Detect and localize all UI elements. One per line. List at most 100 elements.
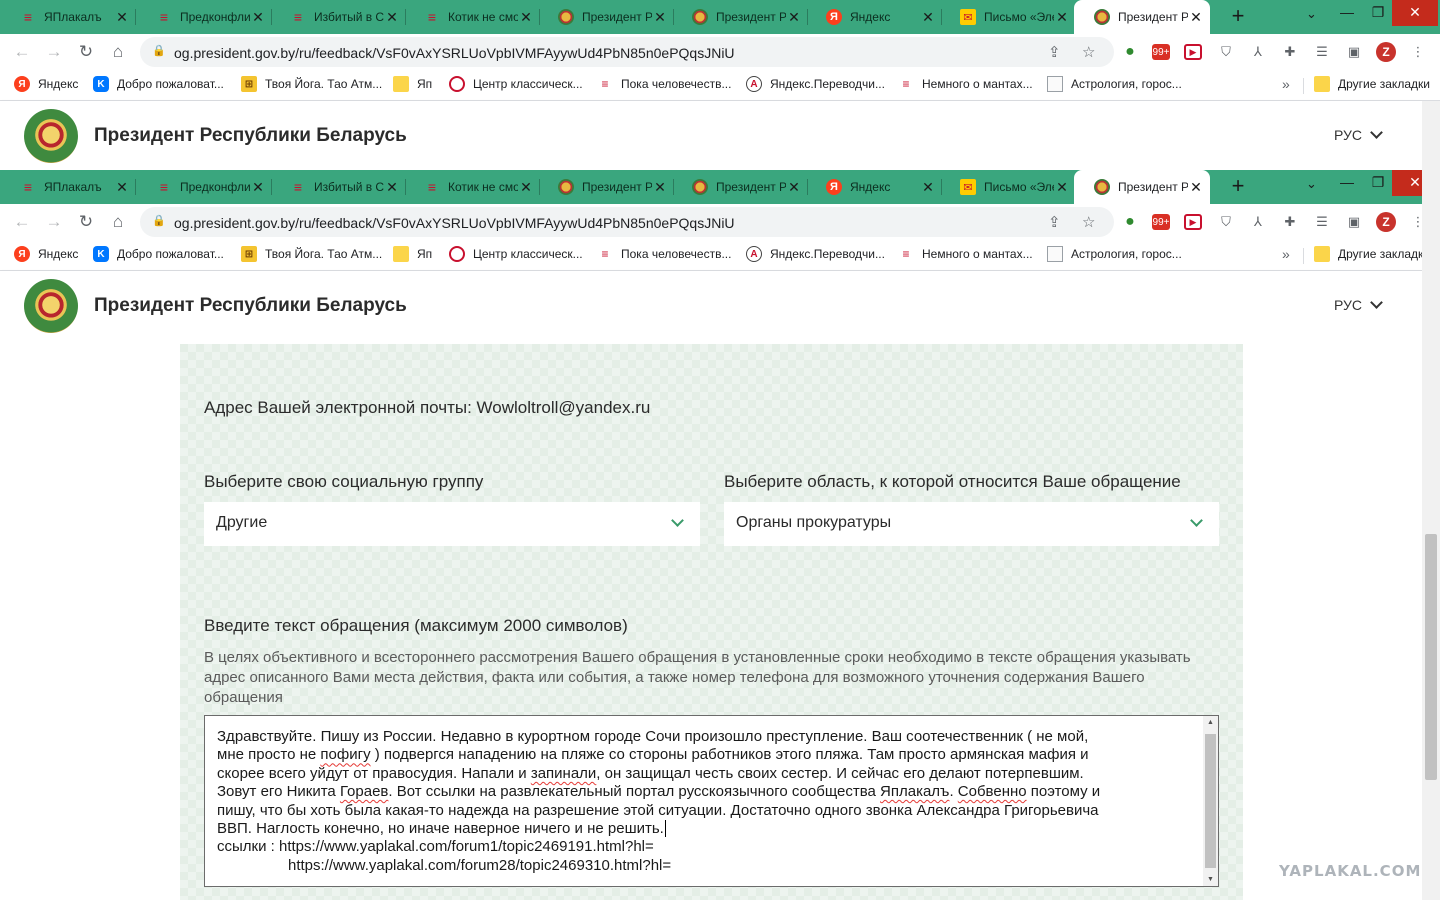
forward-icon[interactable]: → (42, 210, 66, 234)
language-switch[interactable]: РУС (1334, 126, 1383, 143)
home-icon[interactable]: ⌂ (106, 210, 130, 234)
address-bar[interactable]: 🔒 og.president.gov.by/ru/feedback/VsF0vA… (140, 207, 1114, 237)
bookmark-translator[interactable]: A Яндекс.Переводчи... (746, 246, 885, 262)
scroll-down-icon[interactable]: ▼ (1203, 876, 1218, 883)
close-icon[interactable]: ✕ (114, 9, 130, 26)
bookmark-yoga[interactable]: ⊞ Твоя Йога. Тао Атм... (241, 76, 382, 92)
emblem-logo[interactable] (24, 279, 78, 333)
url-text[interactable]: og.president.gov.by/ru/feedback/VsF0vAxY… (174, 215, 735, 231)
reading-list-icon[interactable]: ☰ (1312, 42, 1332, 62)
close-icon[interactable]: ✕ (518, 9, 534, 26)
back-icon[interactable]: ← (10, 40, 34, 64)
bookmark-poka[interactable]: ≡ Пока человечеств... (597, 246, 731, 262)
profile-avatar[interactable]: Z (1376, 42, 1396, 62)
extensions-puzzle-icon[interactable]: ✚ (1280, 42, 1300, 62)
tab-yaplakal[interactable]: ЯПлакалъ✕ (0, 170, 136, 204)
tab-president-2[interactable]: Президент Р ✕ (672, 0, 808, 34)
tab-yaplakal[interactable]: ЯПлакалъ✕ (0, 0, 136, 34)
close-icon[interactable]: ✕ (786, 9, 802, 26)
home-icon[interactable]: ⌂ (106, 40, 130, 64)
tab-search-icon[interactable]: ⌄ (1306, 176, 1317, 192)
bookmark-yandex[interactable]: Я Яндекс (14, 76, 78, 92)
back-icon[interactable]: ← (10, 210, 34, 234)
side-panel-icon[interactable]: ▣ (1344, 212, 1364, 232)
tab-search-icon[interactable]: ⌄ (1306, 6, 1317, 22)
reading-list-icon[interactable]: ☰ (1312, 212, 1332, 232)
close-icon[interactable]: ✕ (652, 179, 668, 196)
bookmark-yap[interactable]: Яп (393, 76, 432, 92)
tab-yandex[interactable]: Я Яндекс ✕ (806, 0, 942, 34)
tab-predconf[interactable]: Предконфли✕ (136, 0, 272, 34)
bookmark-star-icon[interactable]: ☆ (1082, 213, 1095, 231)
tab-mail[interactable]: ✉ Письмо «Эле ✕ (940, 0, 1076, 34)
bookmark-other[interactable]: Другие закладки (1314, 76, 1430, 92)
profile-avatar[interactable]: Z (1376, 212, 1396, 232)
site-title[interactable]: Президент Республики Беларусь (94, 295, 407, 317)
video-extension-icon[interactable]: ▶ (1184, 44, 1202, 60)
page-scrollbar[interactable] (1422, 101, 1440, 900)
extension-badge-icon[interactable]: 99+ (1152, 214, 1170, 230)
bookmark-star-icon[interactable]: ☆ (1082, 43, 1095, 61)
message-text[interactable]: Здравствуйте. Пишу из России. Недавно в … (217, 728, 1192, 875)
tab-kotik[interactable]: Котик не смо✕ (404, 0, 540, 34)
lock-icon[interactable]: 🔒 (152, 44, 166, 57)
tab-president-1[interactable]: Президент Р ✕ (538, 170, 674, 204)
video-extension-icon[interactable]: ▶ (1184, 214, 1202, 230)
close-icon[interactable]: ✕ (652, 9, 668, 26)
page-scroll-thumb[interactable] (1425, 534, 1437, 780)
frog-extension-icon[interactable]: ● (1120, 212, 1140, 232)
side-panel-icon[interactable]: ▣ (1344, 42, 1364, 62)
close-icon[interactable]: ✕ (250, 9, 266, 26)
tab-predconf[interactable]: Предконфли✕ (136, 170, 272, 204)
close-icon[interactable]: ✕ (1054, 179, 1070, 196)
adobe-icon[interactable]: ⅄ (1248, 42, 1268, 62)
bookmark-manty[interactable]: ≡ Немного о мантах... (898, 246, 1032, 262)
bookmark-vk[interactable]: K Добро пожаловат... (93, 246, 224, 262)
close-icon[interactable]: ✕ (518, 179, 534, 196)
new-tab-button[interactable]: + (1226, 5, 1250, 29)
url-text[interactable]: og.president.gov.by/ru/feedback/VsF0vAxY… (174, 45, 735, 61)
reload-icon[interactable]: ↻ (74, 40, 98, 64)
close-icon[interactable]: ✕ (250, 179, 266, 196)
bookmarks-more-icon[interactable]: » (1282, 246, 1290, 262)
share-icon[interactable]: ⇪ (1048, 213, 1061, 231)
language-switch[interactable]: РУС (1334, 296, 1383, 313)
extension-badge-icon[interactable]: 99+ (1152, 44, 1170, 60)
close-icon[interactable]: ✕ (1188, 179, 1204, 196)
close-icon[interactable]: ✕ (384, 9, 400, 26)
area-select[interactable]: Органы прокуратуры (724, 502, 1219, 546)
bookmark-astro[interactable]: Астрология, горос... (1047, 76, 1182, 92)
close-icon[interactable]: ✕ (786, 179, 802, 196)
tab-president-active[interactable]: Президент Р ✕ (1074, 170, 1210, 204)
message-textarea[interactable]: Здравствуйте. Пишу из России. Недавно в … (204, 715, 1219, 887)
extensions-puzzle-icon[interactable]: ✚ (1280, 212, 1300, 232)
frog-extension-icon[interactable]: ● (1120, 42, 1140, 62)
textarea-scroll-thumb[interactable] (1205, 734, 1216, 868)
share-icon[interactable]: ⇪ (1048, 43, 1061, 61)
bookmark-astro[interactable]: Астрология, горос... (1047, 246, 1182, 262)
tab-kotik[interactable]: Котик не смо✕ (404, 170, 540, 204)
close-icon[interactable]: ✕ (920, 179, 936, 196)
bookmark-translator[interactable]: A Яндекс.Переводчи... (746, 76, 885, 92)
tab-izbityi[interactable]: Избитый в С✕ (270, 0, 406, 34)
address-bar[interactable]: 🔒 og.president.gov.by/ru/feedback/VsF0vA… (140, 37, 1114, 67)
bookmark-other[interactable]: Другие закладки (1314, 246, 1430, 262)
reload-icon[interactable]: ↻ (74, 210, 98, 234)
bookmark-manty[interactable]: ≡ Немного о мантах... (898, 76, 1032, 92)
bookmark-center[interactable]: Центр классическ... (449, 246, 583, 262)
tab-yandex[interactable]: Я Яндекс ✕ (806, 170, 942, 204)
bookmarks-more-icon[interactable]: » (1282, 76, 1290, 92)
close-icon[interactable]: ✕ (1188, 9, 1204, 26)
tab-mail[interactable]: ✉ Письмо «Эле ✕ (940, 170, 1076, 204)
window-close-icon[interactable]: ✕ (1392, 0, 1438, 26)
shield-icon[interactable]: ⛉ (1216, 42, 1236, 62)
menu-kebab-icon[interactable]: ⋮ (1408, 42, 1428, 62)
tab-president-2[interactable]: Президент Р ✕ (672, 170, 808, 204)
scroll-up-icon[interactable]: ▲ (1203, 719, 1218, 726)
bookmark-vk[interactable]: K Добро пожаловат... (93, 76, 224, 92)
bookmark-yoga[interactable]: ⊞ Твоя Йога. Тао Атм... (241, 246, 382, 262)
close-icon[interactable]: ✕ (384, 179, 400, 196)
forward-icon[interactable]: → (42, 40, 66, 64)
bookmark-center[interactable]: Центр классическ... (449, 76, 583, 92)
site-title[interactable]: Президент Республики Беларусь (94, 125, 407, 147)
